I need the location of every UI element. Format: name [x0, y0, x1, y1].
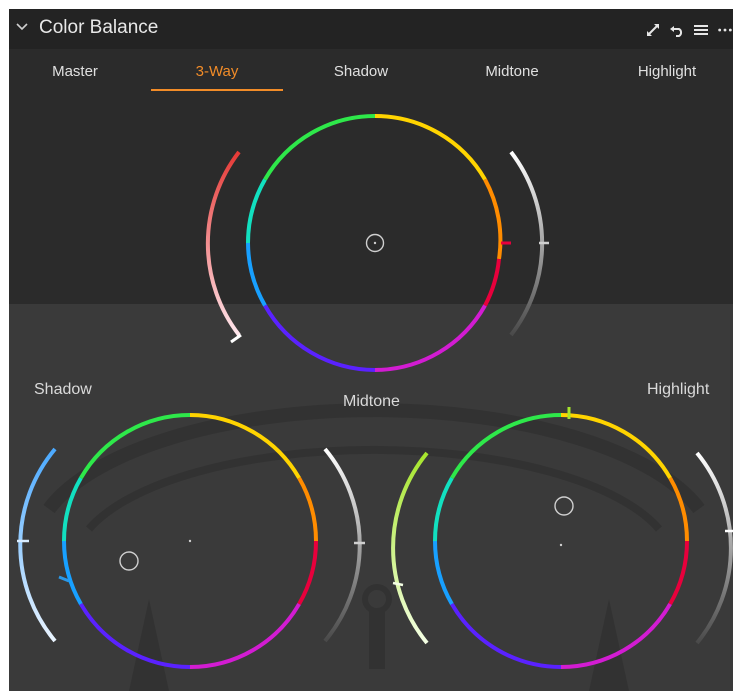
- highlight-center-dot: [559, 543, 563, 547]
- highlight-saturation-handle[interactable]: [392, 581, 404, 587]
- wheels-canvas: [17, 114, 733, 691]
- shadow-lightness-slider[interactable]: [323, 447, 362, 643]
- shadow-wheel-label: Shadow: [34, 381, 92, 398]
- master-center-dot: [373, 241, 377, 245]
- highlight-saturation-slider[interactable]: [391, 451, 429, 645]
- master-saturation-slider[interactable]: [205, 150, 241, 337]
- color-balance-panel: Color Balance Master 3-Way Shadow Midton…: [9, 9, 733, 691]
- shadow-saturation-slider[interactable]: [18, 447, 57, 643]
- highlight-color-wheel[interactable]: [433, 407, 689, 669]
- midtone-wheel-label: Midtone: [343, 393, 400, 410]
- shadow-center-dot: [188, 539, 192, 543]
- shadow-color-picker-handle[interactable]: [119, 551, 139, 571]
- highlight-wheel-label: Highlight: [647, 381, 710, 398]
- master-saturation-handle[interactable]: [230, 333, 242, 344]
- master-color-wheel[interactable]: [245, 114, 511, 372]
- watermark-seal: [43, 403, 705, 691]
- highlight-color-picker-handle[interactable]: [554, 496, 574, 516]
- master-lightness-slider[interactable]: [509, 150, 545, 337]
- highlight-lightness-slider[interactable]: [695, 451, 733, 645]
